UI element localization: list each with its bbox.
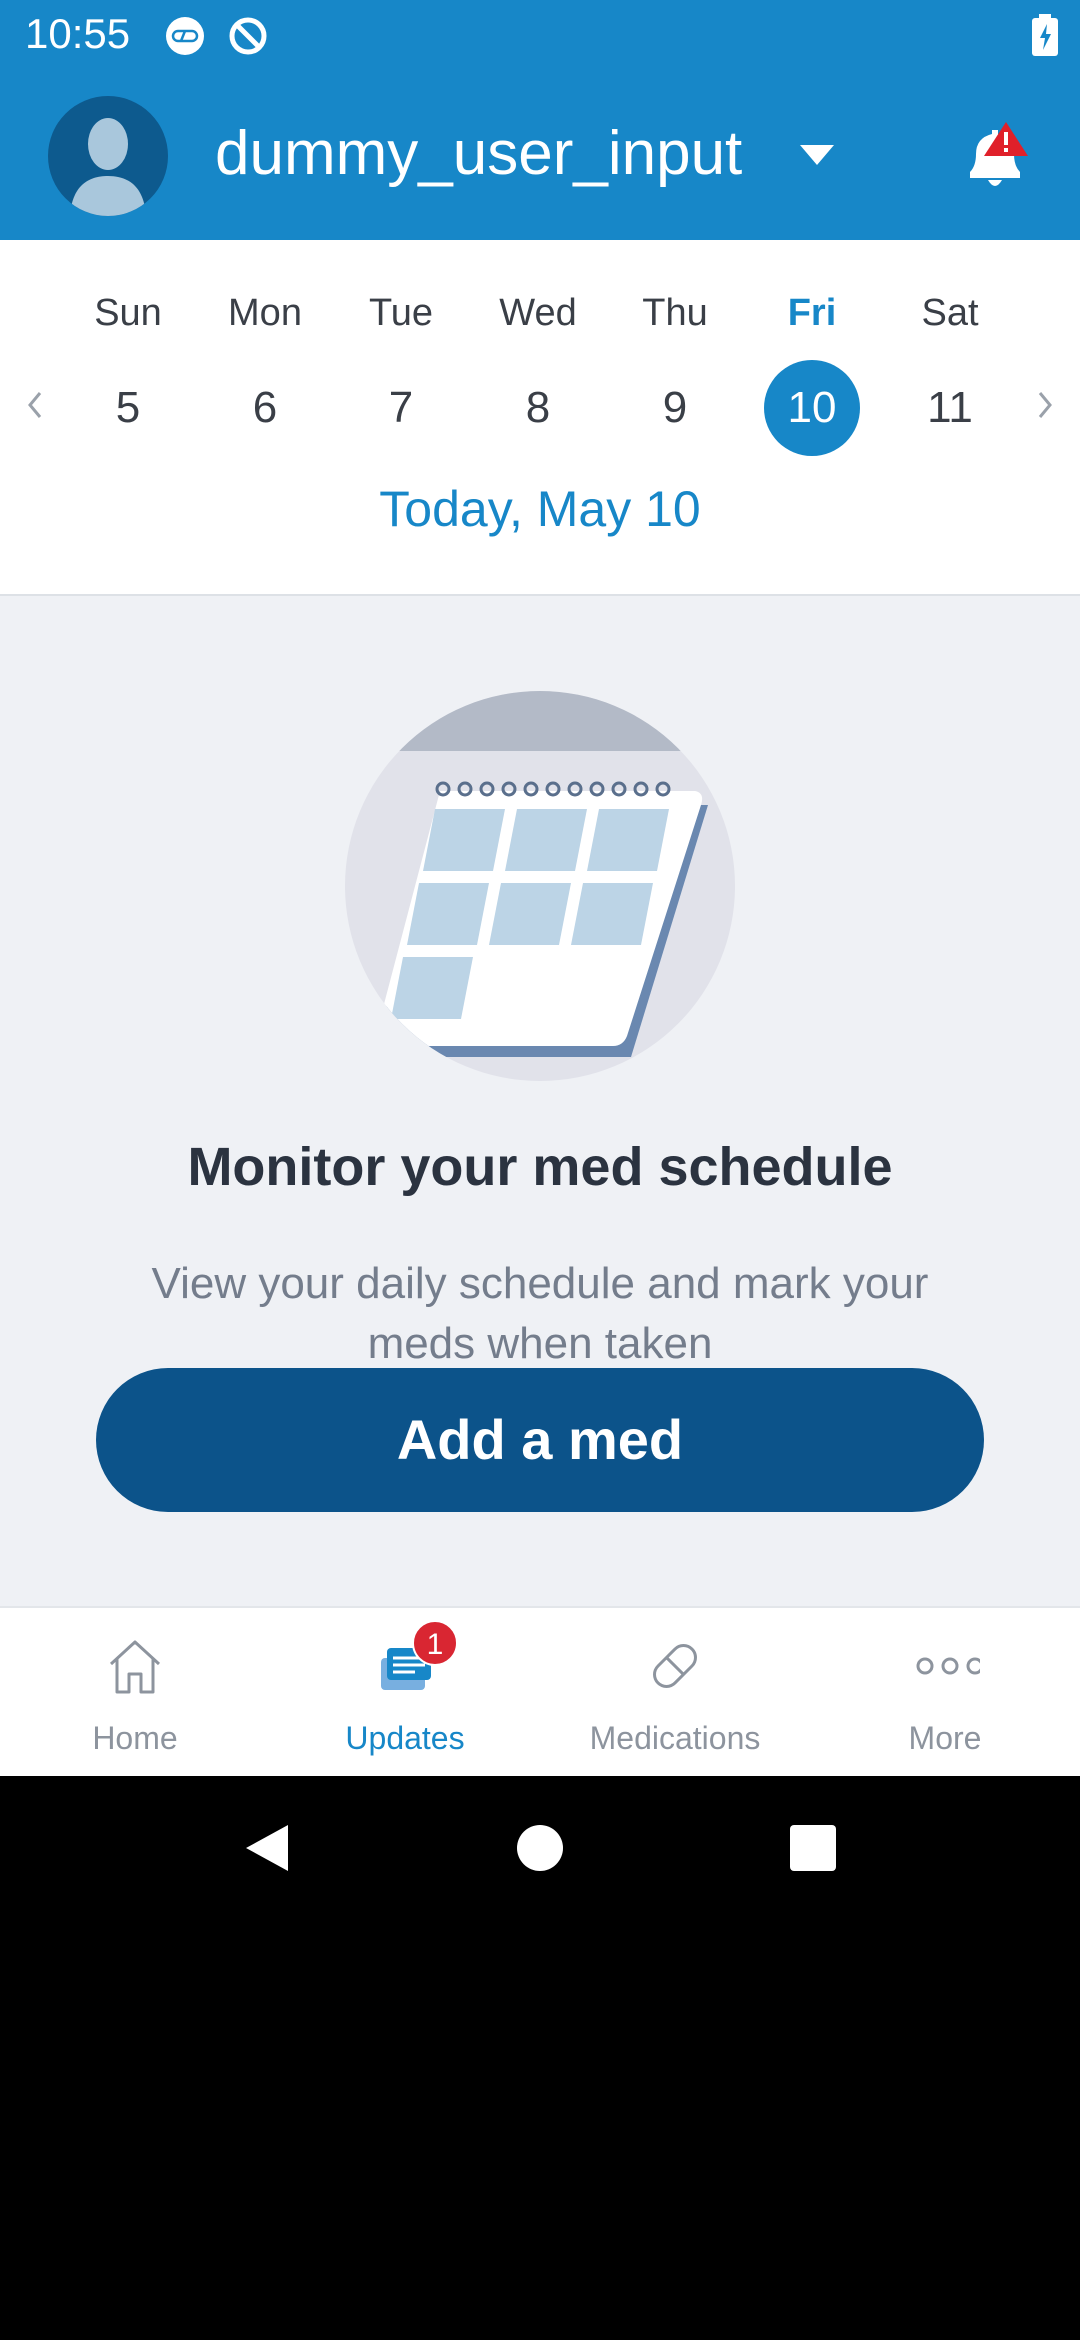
day-name-mon: Mon [228,292,302,334]
system-nav-bar [0,1776,1080,1920]
nav-item-home[interactable]: Home [0,1608,270,1778]
chevron-right-icon[interactable] [1032,385,1058,425]
chevron-left-icon[interactable] [22,385,48,425]
day-8[interactable]: 8 [490,360,586,456]
nav-label-home: Home [92,1720,178,1756]
day-name-wed: Wed [499,292,577,334]
more-icon [916,1657,980,1675]
sync-status-icon [229,17,267,55]
nav-label-medications: Medications [589,1720,761,1756]
day-7[interactable]: 7 [353,360,449,456]
day-name-sun: Sun [94,292,162,334]
app-header: 10:55 dummy_user_input [0,0,1080,240]
empty-state-title: Monitor your med schedule [187,1137,893,1197]
username-label[interactable]: dummy_user_input [215,118,742,189]
nav-label-more: More [908,1720,982,1756]
day-name-sat: Sat [921,292,979,334]
nav-label-updates: Updates [345,1720,465,1756]
add-med-button[interactable]: Add a med [96,1368,984,1512]
day-name-tue: Tue [368,292,434,334]
nav-item-medications[interactable]: Medications [540,1608,810,1778]
notification-bell-icon[interactable] [960,120,1030,195]
main-content: Monitor your med schedule View your dail… [0,596,1080,1606]
chevron-down-icon[interactable] [800,145,834,167]
day-9[interactable]: 9 [627,360,723,456]
updates-badge: 1 [412,1620,458,1666]
home-icon [109,1640,161,1694]
avatar[interactable] [48,96,168,216]
day-6[interactable]: 6 [217,360,313,456]
home-circle-icon[interactable] [513,1821,567,1875]
week-calendar: Sun Mon Tue Wed Thu Fri Sat 5 6 7 8 9 10… [0,240,1080,596]
day-5[interactable]: 5 [80,360,176,456]
today-label[interactable]: Today, May 10 [0,480,1080,538]
day-name-thu: Thu [642,292,708,334]
day-10-selected[interactable]: 10 [764,360,860,456]
battery-icon [1032,14,1058,56]
recents-icon[interactable] [786,1821,840,1875]
app-screen: 10:55 dummy_user_input Sun Mon Tue Wed T… [0,0,1080,2340]
back-icon[interactable] [240,1821,294,1875]
pill-icon [653,1644,697,1688]
status-time: 10:55 [25,10,131,57]
nav-item-more[interactable]: More [810,1608,1080,1778]
calendar-illustration [345,691,735,1081]
nav-item-updates[interactable]: 1 Updates [270,1608,540,1778]
day-name-fri: Fri [787,292,837,334]
user-silhouette-icon [70,118,146,216]
empty-state-description: View your daily schedule and mark your m… [151,1259,929,1368]
day-11[interactable]: 11 [902,360,998,456]
bottom-navigation: Home 1 Updates Medications More [0,1606,1080,1776]
pill-status-icon [166,17,204,55]
